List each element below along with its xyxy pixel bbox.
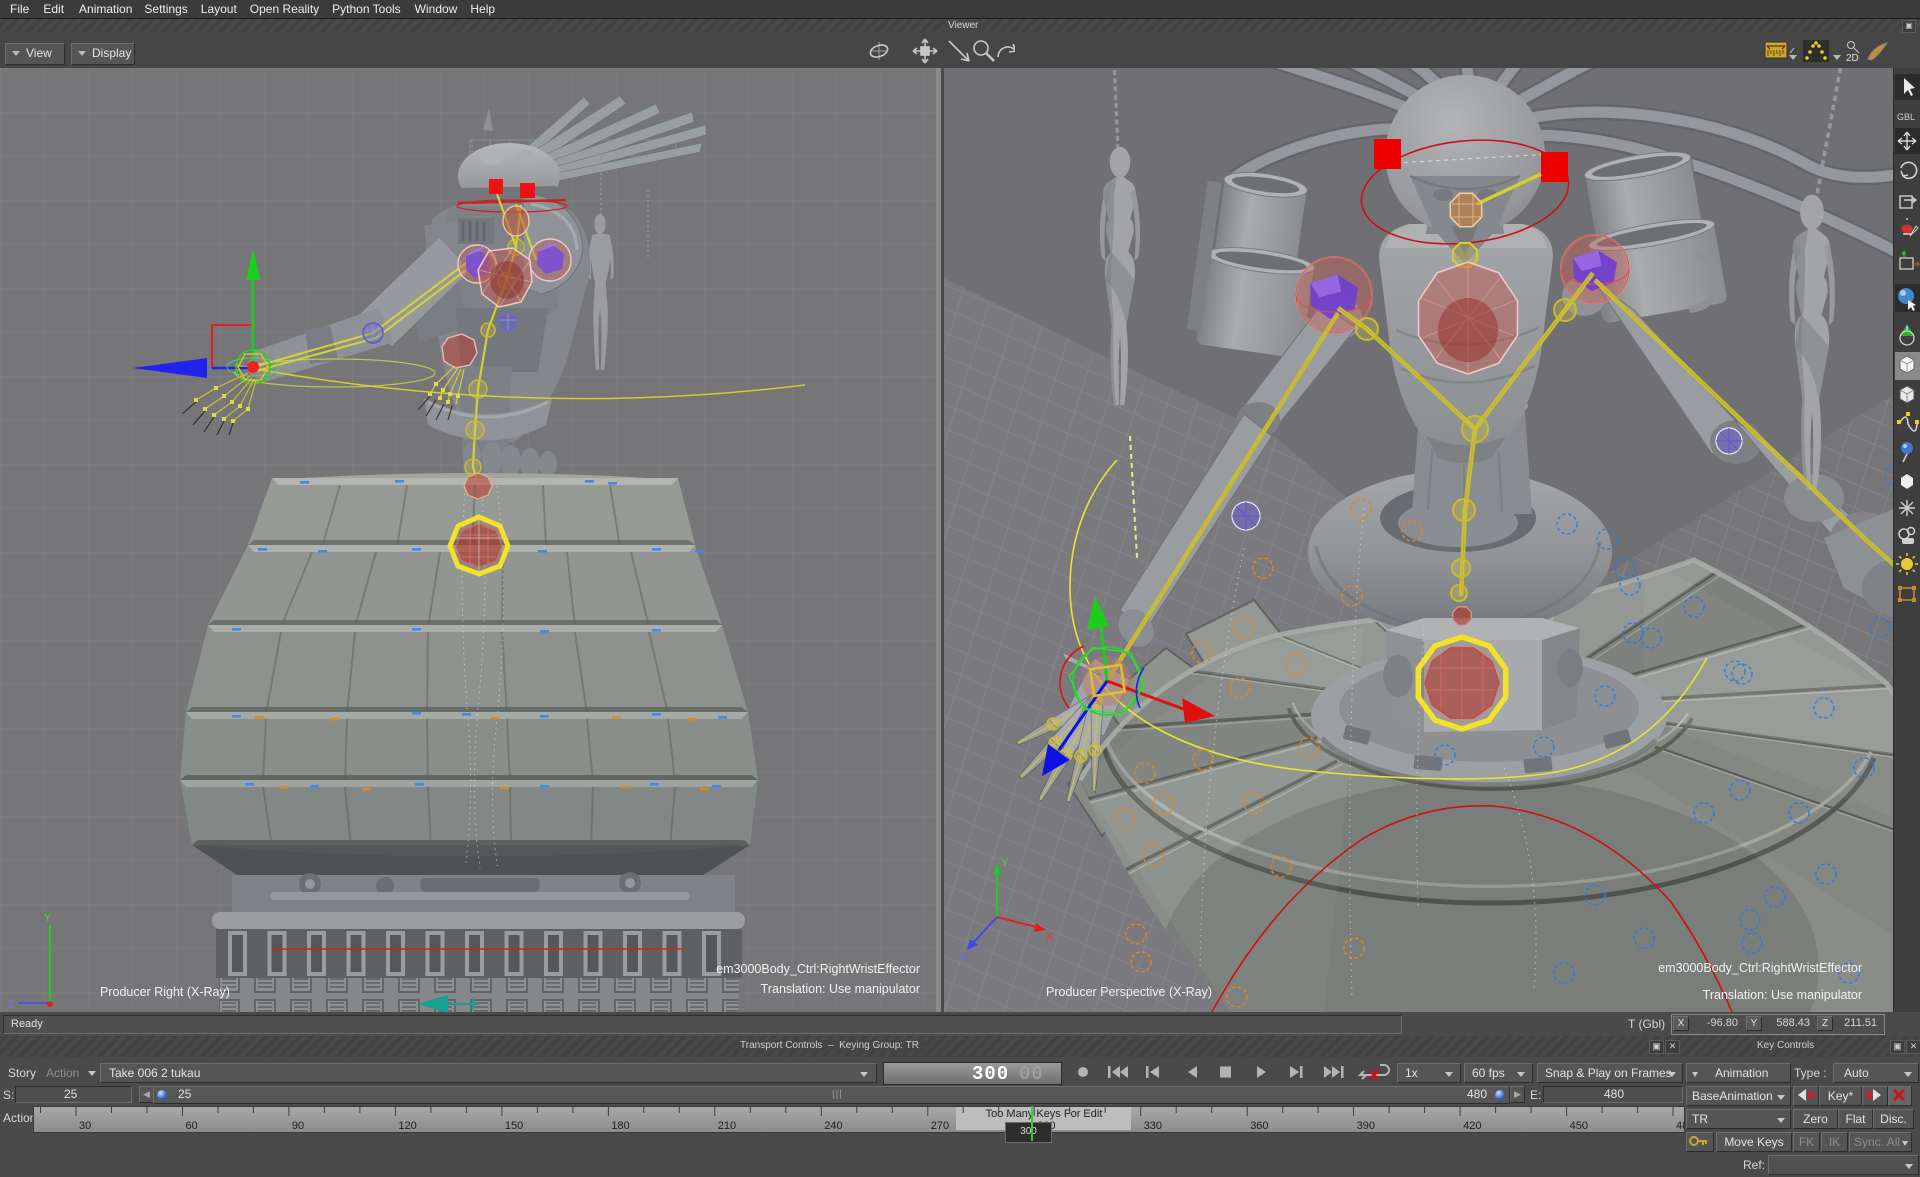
- svg-text:180: 180: [611, 1120, 629, 1132]
- svg-text:480: 480: [1676, 1120, 1684, 1132]
- svg-text:150: 150: [505, 1120, 523, 1132]
- svg-text:Too Many Keys For Edit: Too Many Keys For Edit: [986, 1108, 1103, 1120]
- svg-text:Translation: Use manipulator: Translation: Use manipulator: [1703, 988, 1862, 1002]
- svg-text:X: X: [1046, 931, 1054, 943]
- svg-text:Y: Y: [1001, 857, 1009, 869]
- svg-text:GBL: GBL: [1897, 112, 1915, 122]
- svg-text:240: 240: [824, 1120, 842, 1132]
- svg-text:390: 390: [1357, 1120, 1375, 1132]
- svg-text:210: 210: [718, 1120, 736, 1132]
- svg-text:Z: Z: [8, 999, 15, 1011]
- svg-text:Z: Z: [960, 951, 967, 963]
- svg-text:60: 60: [186, 1120, 198, 1132]
- svg-text:450: 450: [1570, 1120, 1588, 1132]
- svg-text:270: 270: [931, 1120, 949, 1132]
- svg-text:Y: Y: [44, 912, 52, 924]
- svg-text:30: 30: [79, 1120, 91, 1132]
- svg-text:Producer Perspective (X-Ray): Producer Perspective (X-Ray): [1046, 985, 1212, 999]
- svg-text:360: 360: [1250, 1120, 1268, 1132]
- svg-text:em3000Body_Ctrl:RightWristEffe: em3000Body_Ctrl:RightWristEffector: [716, 962, 920, 976]
- svg-text:120: 120: [398, 1120, 416, 1132]
- svg-text:Producer Right (X-Ray): Producer Right (X-Ray): [100, 985, 230, 999]
- svg-text:90: 90: [292, 1120, 304, 1132]
- svg-text:em3000Body_Ctrl:RightWristEffe: em3000Body_Ctrl:RightWristEffector: [1658, 961, 1862, 975]
- svg-text:420: 420: [1463, 1120, 1481, 1132]
- svg-text:2D: 2D: [1846, 53, 1859, 64]
- svg-text:330: 330: [1144, 1120, 1162, 1132]
- svg-text:Translation: Use manipulator: Translation: Use manipulator: [761, 982, 920, 996]
